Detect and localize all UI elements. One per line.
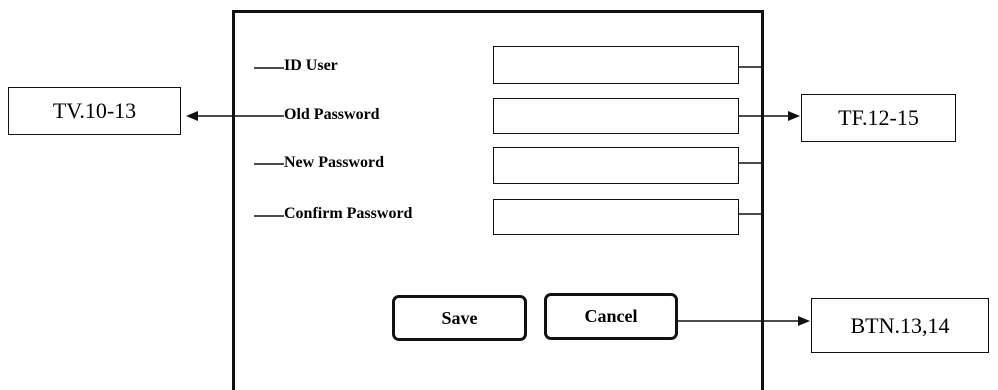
cancel-button[interactable]: Cancel — [544, 293, 678, 340]
confirm-password-label: Confirm Password — [284, 205, 413, 222]
new-password-label: New Password — [284, 154, 384, 171]
old-password-label: Old Password — [284, 106, 380, 123]
new-password-field[interactable] — [493, 147, 739, 184]
fields-arrow-head — [788, 111, 800, 121]
save-button[interactable]: Save — [392, 295, 527, 341]
labels-arrow-head — [186, 111, 198, 121]
labels-annotation: TV.10-13 — [8, 87, 181, 135]
buttons-annotation: BTN.13,14 — [811, 298, 989, 353]
id-user-field[interactable] — [493, 46, 739, 84]
buttons-arrow-head — [798, 316, 810, 326]
id-user-label: ID User — [284, 57, 338, 74]
confirm-password-field[interactable] — [493, 199, 739, 235]
fields-annotation: TF.12-15 — [801, 94, 956, 142]
old-password-field[interactable] — [493, 98, 739, 134]
